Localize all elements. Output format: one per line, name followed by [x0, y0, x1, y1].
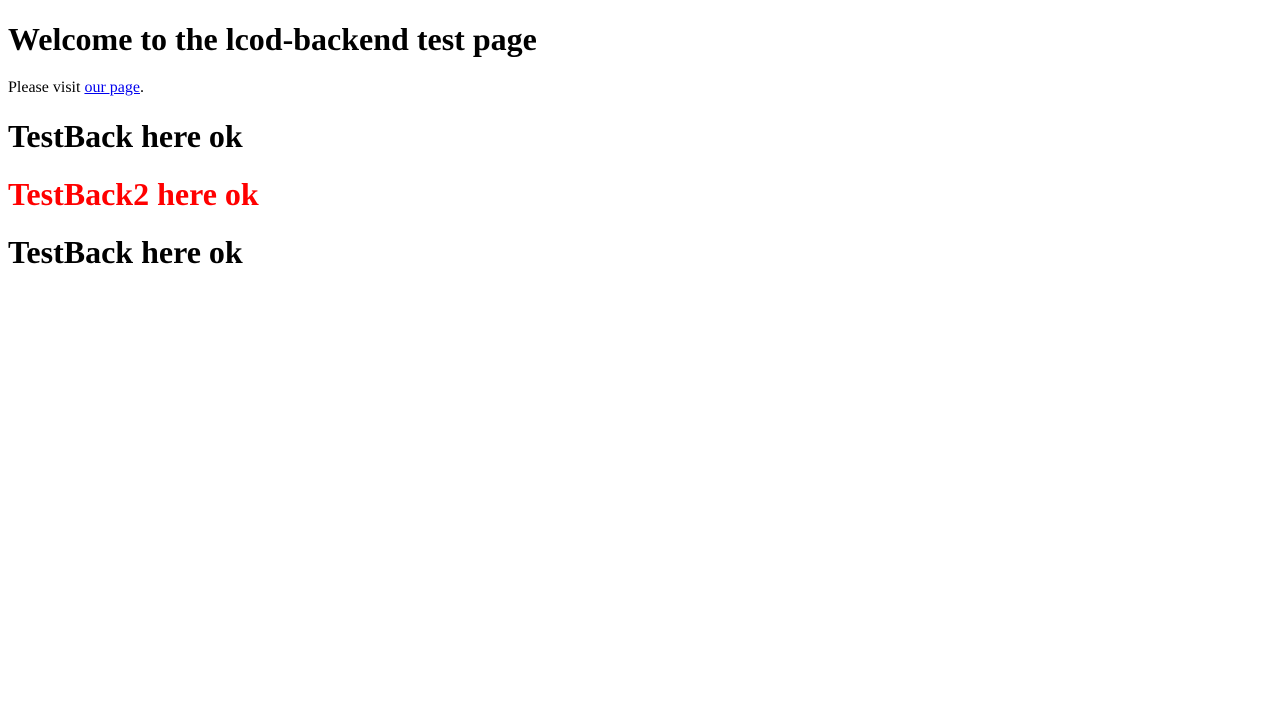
visit-suffix-text: .	[139, 79, 144, 96]
our-page-link[interactable]: our page	[84, 79, 140, 96]
page-body: Welcome to the lcod-backend test page Pl…	[0, 0, 1280, 720]
testback-heading-2: TestBack here ok	[8, 234, 243, 270]
testback-heading-1: TestBack here ok	[8, 118, 243, 154]
testback2-heading: TestBack2 here ok	[8, 176, 259, 212]
visit-paragraph: Please visit our page.	[8, 79, 1272, 97]
visit-prefix-text: Please visit	[8, 79, 85, 96]
page-title: Welcome to the lcod-backend test page	[8, 21, 537, 57]
